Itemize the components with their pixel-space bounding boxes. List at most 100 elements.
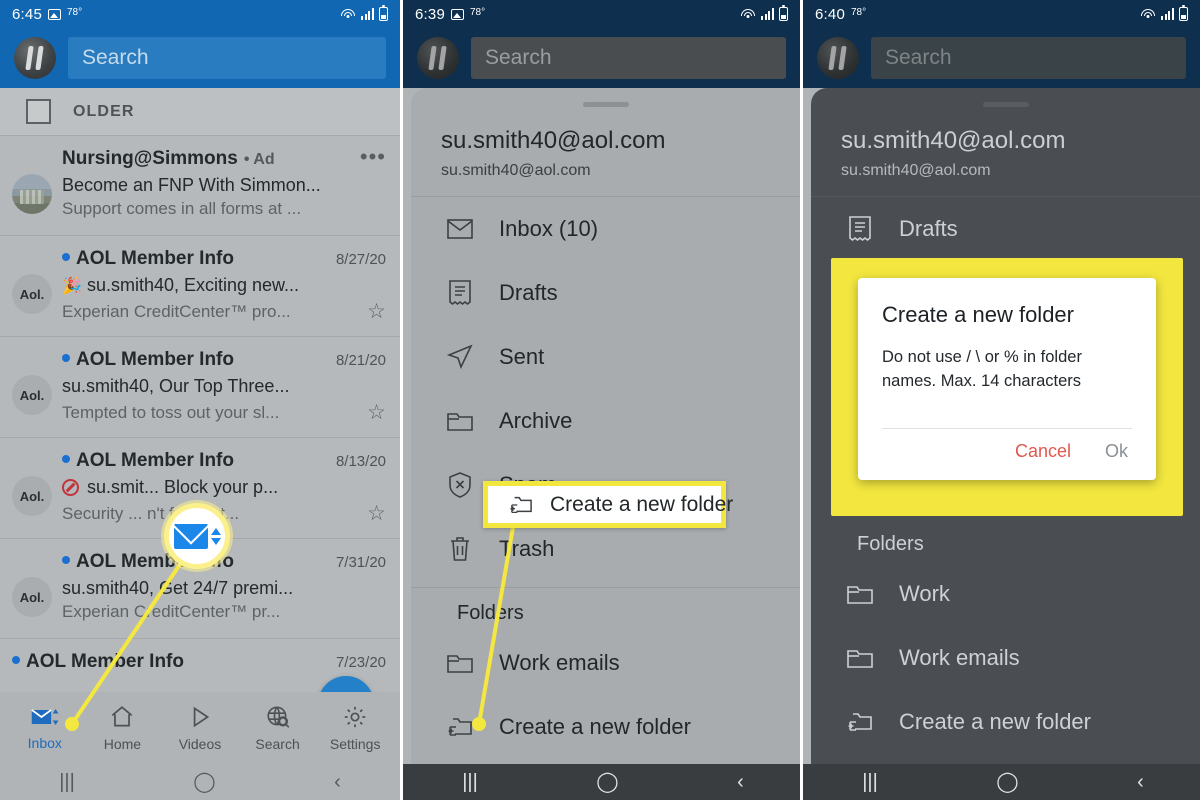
folders-section-label: Folders: [457, 602, 524, 624]
sidebar-item-videos[interactable]: Videos: [163, 704, 237, 752]
back-icon[interactable]: ‹: [1137, 772, 1144, 792]
avatar: [12, 174, 52, 214]
recents-icon[interactable]: |||: [462, 772, 478, 792]
photo-icon: [451, 8, 464, 20]
status-temperature: 78°: [851, 6, 867, 18]
mail-subject: su.smith40, Our Top Three...: [62, 376, 290, 396]
avatar[interactable]: [14, 37, 56, 79]
back-icon[interactable]: ‹: [737, 772, 744, 792]
panel-create-folder-dialog: 6:40 78° Search su.smith40@aol.com su.sm…: [800, 0, 1200, 800]
no-entry-icon: [62, 479, 79, 496]
create-folder-dialog[interactable]: Create a new folder Do not use / \ or % …: [858, 278, 1156, 480]
account-email: su.smith40@aol.com: [841, 162, 991, 179]
avatar: Aol.: [12, 577, 52, 617]
archive-folder-icon: [447, 408, 473, 434]
dialog-body: Do not use / \ or % in folder names. Max…: [882, 348, 1082, 390]
bottom-tab-bar[interactable]: Inbox Home Videos Search Settings: [0, 692, 400, 764]
spam-shield-icon: [447, 472, 473, 498]
avatar[interactable]: [817, 37, 859, 79]
search-input[interactable]: Search: [871, 37, 1186, 79]
home-icon[interactable]: ◯: [193, 772, 215, 792]
star-icon[interactable]: ☆: [361, 299, 386, 324]
mail-snippet: Experian CreditCenter™ pr...: [62, 602, 281, 621]
home-icon[interactable]: ◯: [596, 772, 618, 792]
folder-icon: [847, 645, 873, 671]
recents-icon[interactable]: |||: [862, 772, 878, 792]
table-row[interactable]: Nursing@Simmons • Ad ••• Become an FNP W…: [0, 136, 400, 236]
search-input[interactable]: Search: [471, 37, 786, 79]
videos-play-icon: [193, 706, 210, 728]
party-emoji: 🎉: [62, 278, 82, 295]
search-input[interactable]: Search: [68, 37, 386, 79]
battery-icon: [379, 5, 388, 21]
avatar: Aol.: [12, 476, 52, 516]
app-header: Search: [0, 28, 400, 88]
mail-date: 8/27/20: [335, 251, 386, 268]
new-folder-icon: [447, 714, 473, 740]
mail-snippet: Support comes in all forms at ...: [62, 199, 302, 218]
back-icon[interactable]: ‹: [334, 772, 341, 792]
unread-dot: [12, 656, 20, 664]
sidebar-item-inbox[interactable]: Inbox (10): [411, 197, 800, 261]
envelope-icon: [447, 216, 473, 242]
mail-date: 7/31/20: [335, 554, 386, 571]
signal-icon: [760, 8, 774, 20]
sidebar-item-search[interactable]: Search: [241, 704, 315, 752]
ok-button[interactable]: Ok: [1105, 441, 1128, 462]
mail-subject-text: su.smith40, Exciting new...: [86, 275, 300, 295]
sidebar-item-sent[interactable]: Sent: [411, 325, 800, 389]
star-icon[interactable]: ☆: [361, 501, 386, 526]
sidebar-item-spam[interactable]: Spam: [411, 453, 800, 517]
sidebar-item-create-new-folder[interactable]: Create a new folder: [811, 690, 1200, 754]
sidebar-item-work-emails[interactable]: Work emails: [811, 626, 1200, 690]
sidebar-item-archive[interactable]: Archive: [411, 389, 800, 453]
wifi-icon: [741, 8, 756, 20]
sidebar-item-label: Inbox: [27, 735, 62, 751]
sidebar-item-drafts[interactable]: Drafts: [411, 261, 800, 325]
sidebar-item-work-emails[interactable]: Work emails: [411, 631, 800, 695]
android-nav-bar[interactable]: ||| ◯ ‹: [803, 764, 1200, 800]
folder-icon: [447, 650, 473, 676]
table-row[interactable]: Aol. AOL Member Info 8/27/20 🎉 su.smith4…: [0, 236, 400, 337]
table-row[interactable]: Aol. AOL Member Info 7/31/20 su.smith40,…: [0, 539, 400, 639]
select-all-checkbox[interactable]: [26, 99, 51, 124]
sidebar-item-inbox[interactable]: Inbox: [8, 705, 82, 751]
unread-dot: [62, 556, 70, 564]
navigation-drawer[interactable]: su.smith40@aol.com su.smith40@aol.com In…: [411, 88, 800, 764]
table-row[interactable]: Aol. AOL Member Info 8/21/20 su.smith40,…: [0, 337, 400, 438]
cancel-button[interactable]: Cancel: [1015, 441, 1071, 462]
star-icon[interactable]: ☆: [361, 400, 386, 425]
sidebar-item-settings[interactable]: Settings: [318, 704, 392, 752]
android-nav-bar[interactable]: ||| ◯ ‹: [0, 764, 400, 800]
sidebar-item-drafts[interactable]: Drafts: [811, 197, 1200, 261]
sidebar-item-create-new-folder[interactable]: Create a new folder: [411, 695, 800, 759]
sidebar-item-work[interactable]: Work: [811, 562, 1200, 626]
mail-sender: AOL Member Info: [26, 651, 184, 672]
home-icon[interactable]: ◯: [996, 772, 1018, 792]
new-folder-icon: [847, 709, 873, 735]
avatar[interactable]: [417, 37, 459, 79]
mail-snippet: Tempted to toss out your sl...: [62, 402, 280, 422]
sidebar-item-trash[interactable]: Trash: [411, 517, 800, 581]
sidebar-item-label: Sent: [499, 344, 545, 369]
account-name: su.smith40@aol.com: [841, 127, 1066, 154]
sidebar-item-home[interactable]: Home: [85, 704, 159, 752]
status-bar: 6:39 78°: [403, 0, 800, 28]
status-time: 6:40: [815, 5, 845, 23]
table-row[interactable]: Aol. AOL Member Info 8/13/20 su.smit... …: [0, 438, 400, 539]
status-time: 6:39: [415, 5, 445, 23]
avatar: Aol.: [12, 375, 52, 415]
recents-icon[interactable]: |||: [59, 772, 75, 792]
mail-date: 8/21/20: [335, 352, 386, 369]
android-nav-bar[interactable]: ||| ◯ ‹: [403, 764, 800, 800]
app-header: Search: [803, 28, 1200, 88]
account-header[interactable]: su.smith40@aol.com su.smith40@aol.com: [811, 107, 1200, 197]
sidebar-item-label: Trash: [499, 536, 555, 561]
sent-paperplane-icon: [447, 344, 473, 370]
wifi-icon: [1141, 8, 1156, 20]
overflow-menu-icon[interactable]: •••: [360, 145, 386, 167]
mail-date: 7/23/20: [335, 654, 386, 671]
unread-dot: [62, 253, 70, 261]
list-section-header: OLDER: [0, 88, 400, 136]
account-header[interactable]: su.smith40@aol.com su.smith40@aol.com: [411, 107, 800, 197]
